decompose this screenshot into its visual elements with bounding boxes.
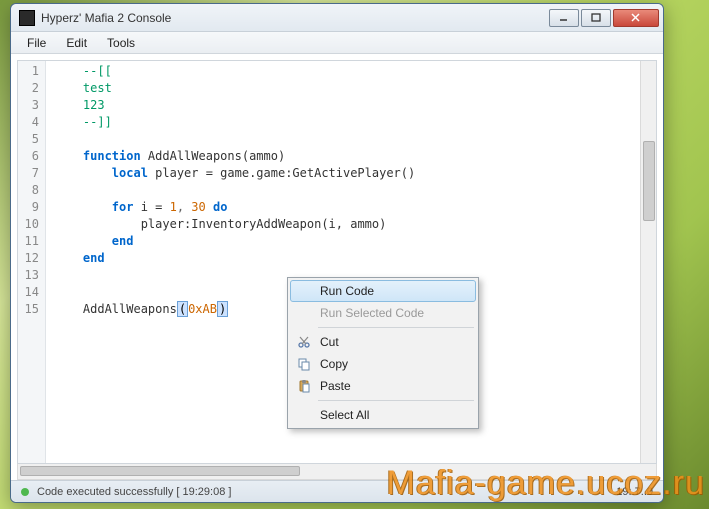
menu-label: Run Code bbox=[320, 284, 374, 298]
line-number: 11 bbox=[18, 233, 45, 250]
titlebar[interactable]: Hyperz' Mafia 2 Console bbox=[11, 4, 663, 32]
bracket-highlight: ( bbox=[177, 301, 188, 317]
menu-edit[interactable]: Edit bbox=[56, 34, 97, 52]
line-gutter: 1 2 3 4 5 6 7 8 9 10 11 12 13 14 15 bbox=[18, 61, 46, 463]
minimize-button[interactable] bbox=[549, 9, 579, 27]
status-indicator-icon bbox=[21, 488, 29, 496]
code-text: for bbox=[112, 200, 134, 214]
window-controls bbox=[547, 9, 659, 27]
code-text: end bbox=[112, 234, 134, 248]
code-text: AddAllWeapons bbox=[83, 302, 177, 316]
menu-separator bbox=[318, 327, 474, 328]
menu-separator bbox=[318, 400, 474, 401]
line-number: 15 bbox=[18, 301, 45, 318]
statusbar: Code executed successfully [ 19:29:08 ] … bbox=[11, 480, 663, 502]
code-text: i = bbox=[133, 200, 169, 214]
code-text: player = game.game:GetActivePlayer() bbox=[148, 166, 415, 180]
bracket-highlight: ) bbox=[217, 301, 228, 317]
context-run-code[interactable]: Run Code bbox=[290, 280, 476, 302]
line-number: 4 bbox=[18, 114, 45, 131]
line-number: 9 bbox=[18, 199, 45, 216]
line-number: 3 bbox=[18, 97, 45, 114]
code-text: function bbox=[83, 149, 141, 163]
code-text: --]] bbox=[83, 115, 112, 129]
menu-file[interactable]: File bbox=[17, 34, 56, 52]
status-text: Code executed successfully [ 19:29:08 ] bbox=[37, 486, 231, 498]
code-text: 1 bbox=[170, 200, 177, 214]
context-cut[interactable]: Cut bbox=[290, 331, 476, 353]
scrollbar-thumb[interactable] bbox=[20, 466, 300, 476]
code-text: test bbox=[83, 81, 112, 95]
maximize-button[interactable] bbox=[581, 9, 611, 27]
menu-label: Cut bbox=[320, 335, 339, 349]
code-text: AddAllWeapons bbox=[141, 149, 242, 163]
menu-label: Run Selected Code bbox=[320, 306, 424, 320]
copy-icon bbox=[296, 356, 312, 372]
context-paste[interactable]: Paste bbox=[290, 375, 476, 397]
paste-icon bbox=[296, 378, 312, 394]
line-number: 12 bbox=[18, 250, 45, 267]
code-text: 123 bbox=[83, 98, 105, 112]
code-text: end bbox=[83, 251, 105, 265]
code-text: 0xAB bbox=[188, 302, 217, 316]
code-text: do bbox=[206, 200, 228, 214]
menu-label: Select All bbox=[320, 408, 369, 422]
code-text: local bbox=[112, 166, 148, 180]
context-run-selected[interactable]: Run Selected Code bbox=[290, 302, 476, 324]
vertical-scrollbar[interactable] bbox=[640, 61, 656, 463]
line-number: 8 bbox=[18, 182, 45, 199]
menubar: File Edit Tools bbox=[11, 32, 663, 54]
line-number: 2 bbox=[18, 80, 45, 97]
scrollbar-thumb[interactable] bbox=[643, 141, 655, 221]
line-number: 10 bbox=[18, 216, 45, 233]
scissors-icon bbox=[296, 334, 312, 350]
line-number: 7 bbox=[18, 165, 45, 182]
code-text: player:InventoryAddWeapon(i, ammo) bbox=[141, 217, 387, 231]
app-icon bbox=[19, 10, 35, 26]
code-text: (ammo) bbox=[242, 149, 285, 163]
line-number: 5 bbox=[18, 131, 45, 148]
context-menu: Run Code Run Selected Code Cut Copy Past… bbox=[287, 277, 479, 429]
close-button[interactable] bbox=[613, 9, 659, 27]
code-text: 30 bbox=[191, 200, 205, 214]
window-title: Hyperz' Mafia 2 Console bbox=[41, 11, 547, 25]
status-right-text: 19:.7..0 bbox=[616, 486, 653, 498]
menu-label: Copy bbox=[320, 357, 348, 371]
menu-label: Paste bbox=[320, 379, 351, 393]
line-number: 6 bbox=[18, 148, 45, 165]
code-text: , bbox=[177, 200, 191, 214]
menu-tools[interactable]: Tools bbox=[97, 34, 145, 52]
line-number: 13 bbox=[18, 267, 45, 284]
context-copy[interactable]: Copy bbox=[290, 353, 476, 375]
line-number: 1 bbox=[18, 63, 45, 80]
horizontal-scrollbar[interactable] bbox=[17, 464, 657, 480]
context-select-all[interactable]: Select All bbox=[290, 404, 476, 426]
code-text: --[[ bbox=[83, 64, 112, 78]
line-number: 14 bbox=[18, 284, 45, 301]
